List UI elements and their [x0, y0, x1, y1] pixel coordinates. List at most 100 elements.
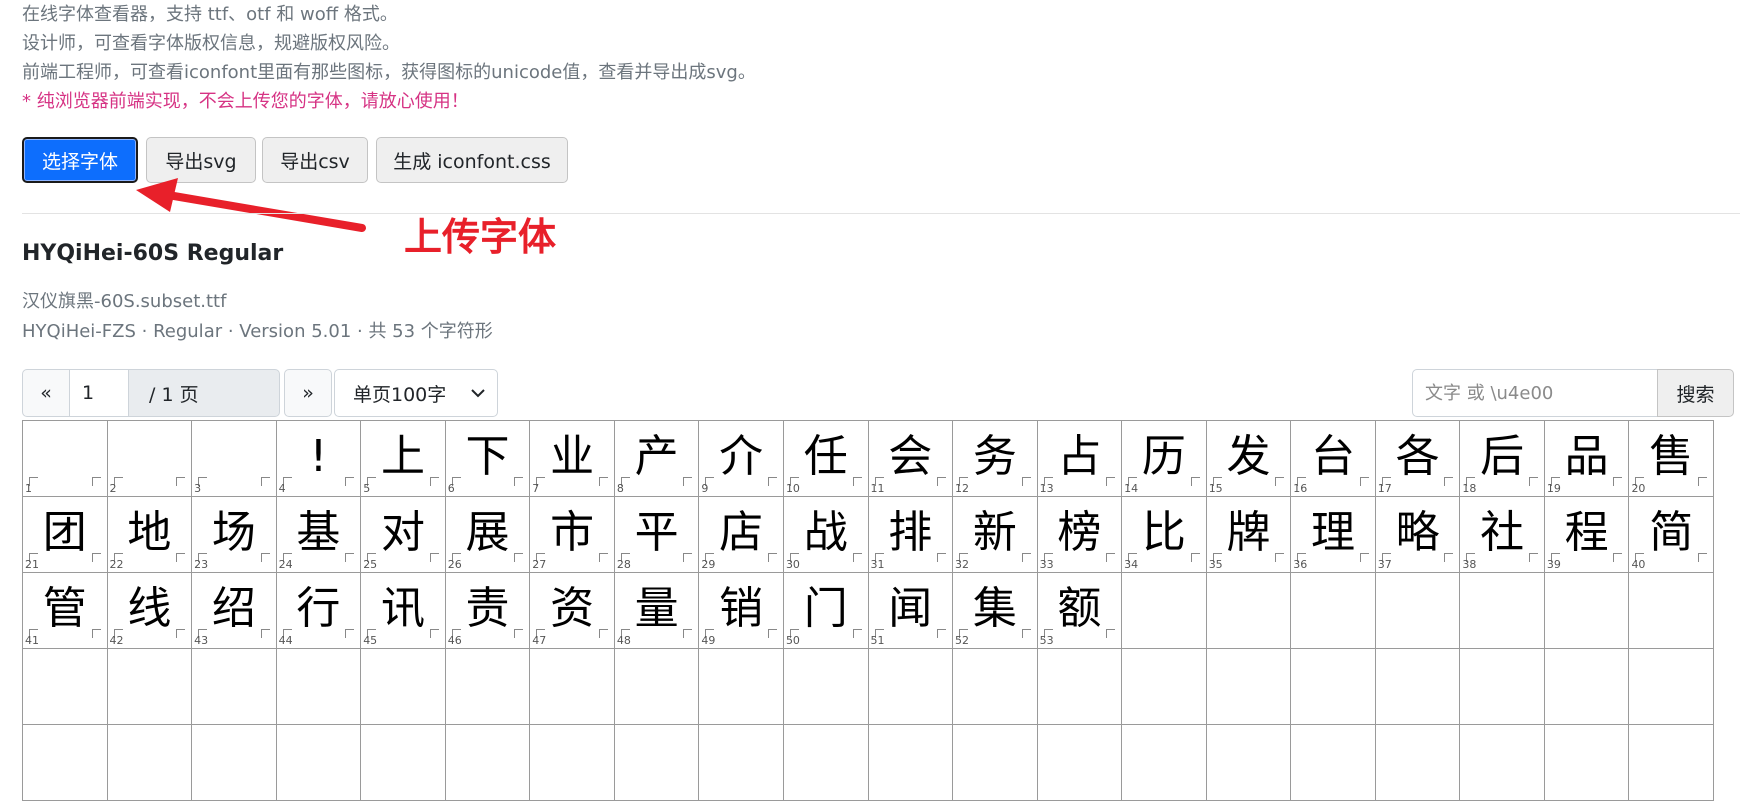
glyph-cell[interactable]: 团 21	[23, 497, 108, 573]
glyph-cell[interactable]: 各 17	[1375, 421, 1461, 497]
glyph-index: 48	[616, 634, 631, 647]
glyph-cell[interactable]: 战 30	[783, 497, 869, 573]
glyph-cell[interactable]: 平 28	[614, 497, 700, 573]
next-page-button[interactable]: »	[284, 369, 332, 417]
glyph-cell[interactable]: 产8	[614, 421, 700, 497]
glyph-cell[interactable]: 量 48	[614, 573, 700, 649]
glyph-cell[interactable]: 行 44	[276, 573, 362, 649]
empty-glyph-cell	[699, 649, 784, 725]
empty-glyph-cell	[1629, 725, 1714, 801]
glyph-index: 8	[616, 482, 624, 495]
glyph-cell[interactable]: 讯 45	[361, 573, 446, 649]
empty-glyph-cell	[953, 725, 1038, 801]
glyph-advance-marker	[852, 477, 862, 486]
search-button[interactable]: 搜索	[1657, 369, 1734, 417]
glyph-cell[interactable]: 资 47	[530, 573, 615, 649]
glyph-cell[interactable]: 排 31	[868, 497, 954, 573]
glyph-cell[interactable]: 展 26	[445, 497, 531, 573]
glyph-cell[interactable]: 3	[192, 421, 277, 497]
glyph-index: 50	[785, 634, 800, 647]
glyph-advance-marker	[1190, 477, 1200, 486]
glyph-cell[interactable]: 务 12	[953, 421, 1038, 497]
glyph-cell[interactable]: 对 25	[361, 497, 446, 573]
empty-glyph-cell	[276, 725, 362, 801]
empty-glyph-cell	[276, 649, 362, 725]
glyph-cell[interactable]: 业7	[530, 421, 615, 497]
glyph-cell[interactable]: 品 19	[1544, 421, 1630, 497]
intro-line: 在线字体查看器，支持 ttf、otf 和 woff 格式。	[22, 4, 398, 25]
prev-page-button[interactable]: «	[22, 369, 70, 417]
export-csv-button[interactable]: 导出csv	[262, 137, 368, 183]
glyph-cell[interactable]: 店 29	[699, 497, 784, 573]
glyph-index: 31	[870, 558, 885, 571]
glyph-cell[interactable]: 台 16	[1291, 421, 1376, 497]
glyph-cell[interactable]: 社 38	[1460, 497, 1545, 573]
glyph-advance-marker	[937, 629, 947, 638]
intro: 在线字体查看器，支持 ttf、otf 和 woff 格式。 设计师，可查看字体版…	[22, 0, 1222, 116]
glyph-cell[interactable]: 绍 43	[192, 573, 277, 649]
glyph-advance-marker	[1359, 553, 1369, 562]
search-input[interactable]	[1412, 369, 1658, 417]
glyph-cell[interactable]: 售 20	[1629, 421, 1714, 497]
glyph-cell[interactable]: 比 34	[1122, 497, 1207, 573]
choose-font-button[interactable]: 选择字体	[22, 137, 138, 183]
glyph-cell[interactable]: 介9	[699, 421, 784, 497]
glyph-cell[interactable]: 1	[23, 421, 108, 497]
glyph-advance-marker	[683, 553, 693, 562]
glyph-cell[interactable]: 略 37	[1375, 497, 1461, 573]
glyph-cell[interactable]: ! 4	[276, 421, 362, 497]
glyph-index: 51	[870, 634, 885, 647]
glyph-cell[interactable]: 榜 33	[1037, 497, 1123, 573]
per-page-select[interactable]: 单页100字	[334, 369, 498, 417]
glyph-advance-marker	[429, 629, 439, 638]
empty-glyph-cell	[1291, 725, 1376, 801]
glyph-cell[interactable]: 简 40	[1629, 497, 1714, 573]
glyph-advance-marker	[1275, 553, 1285, 562]
glyph-cell[interactable]: 2	[107, 421, 193, 497]
glyph-cell[interactable]: 会 11	[868, 421, 954, 497]
glyph-index: 22	[109, 558, 124, 571]
glyph-cell[interactable]: 占 13	[1037, 421, 1123, 497]
glyph-advance-marker	[260, 477, 270, 486]
glyph-cell[interactable]: 历 14	[1122, 421, 1207, 497]
glyph-advance-marker	[598, 629, 608, 638]
glyph-cell[interactable]: 任 10	[783, 421, 869, 497]
glyph-index: 41	[25, 634, 39, 647]
glyph-index: 4	[278, 482, 286, 495]
glyph-cell[interactable]: 基 24	[276, 497, 362, 573]
glyph-cell[interactable]: 场 23	[192, 497, 277, 573]
glyph-cell[interactable]: 发 15	[1206, 421, 1292, 497]
glyph-cell[interactable]: 集 52	[953, 573, 1038, 649]
glyph-index: 17	[1377, 482, 1392, 495]
glyph-cell[interactable]: 市 27	[530, 497, 615, 573]
glyph-index: 36	[1293, 558, 1308, 571]
glyph-index: 7	[532, 482, 540, 495]
export-svg-button[interactable]: 导出svg	[146, 137, 256, 183]
glyph-cell[interactable]: 上5	[361, 421, 446, 497]
empty-glyph-cell	[783, 725, 869, 801]
glyph-cell[interactable]: 额 53	[1037, 573, 1123, 649]
glyph-cell[interactable]: 地 22	[107, 497, 193, 573]
glyph-cell[interactable]: 责 46	[445, 573, 531, 649]
empty-glyph-cell	[1122, 725, 1207, 801]
page-number-input[interactable]: 1	[69, 369, 129, 417]
empty-glyph-cell	[23, 649, 108, 725]
generate-iconfont-css-button[interactable]: 生成 iconfont.css	[376, 137, 568, 183]
glyph-cell[interactable]: 新 32	[953, 497, 1038, 573]
glyph-advance-marker	[1190, 553, 1200, 562]
glyph-cell[interactable]: 门 50	[783, 573, 869, 649]
glyph-index: 3	[194, 482, 202, 495]
glyph-advance-marker	[1528, 477, 1538, 486]
empty-glyph-cell	[445, 725, 531, 801]
glyph-cell[interactable]: 程 39	[1544, 497, 1630, 573]
glyph-cell[interactable]: 牌 35	[1206, 497, 1292, 573]
glyph-cell[interactable]: 线 42	[107, 573, 193, 649]
glyph-cell[interactable]: 理 36	[1291, 497, 1376, 573]
glyph-cell[interactable]: 下6	[445, 421, 531, 497]
glyph-cell[interactable]: 后 18	[1460, 421, 1545, 497]
glyph-cell[interactable]: 管 41	[23, 573, 108, 649]
glyph-index: 23	[194, 558, 209, 571]
font-file-name: 汉仪旗黑-60S.subset.ttf	[22, 291, 227, 312]
glyph-cell[interactable]: 销 49	[699, 573, 784, 649]
glyph-cell[interactable]: 闻 51	[868, 573, 954, 649]
